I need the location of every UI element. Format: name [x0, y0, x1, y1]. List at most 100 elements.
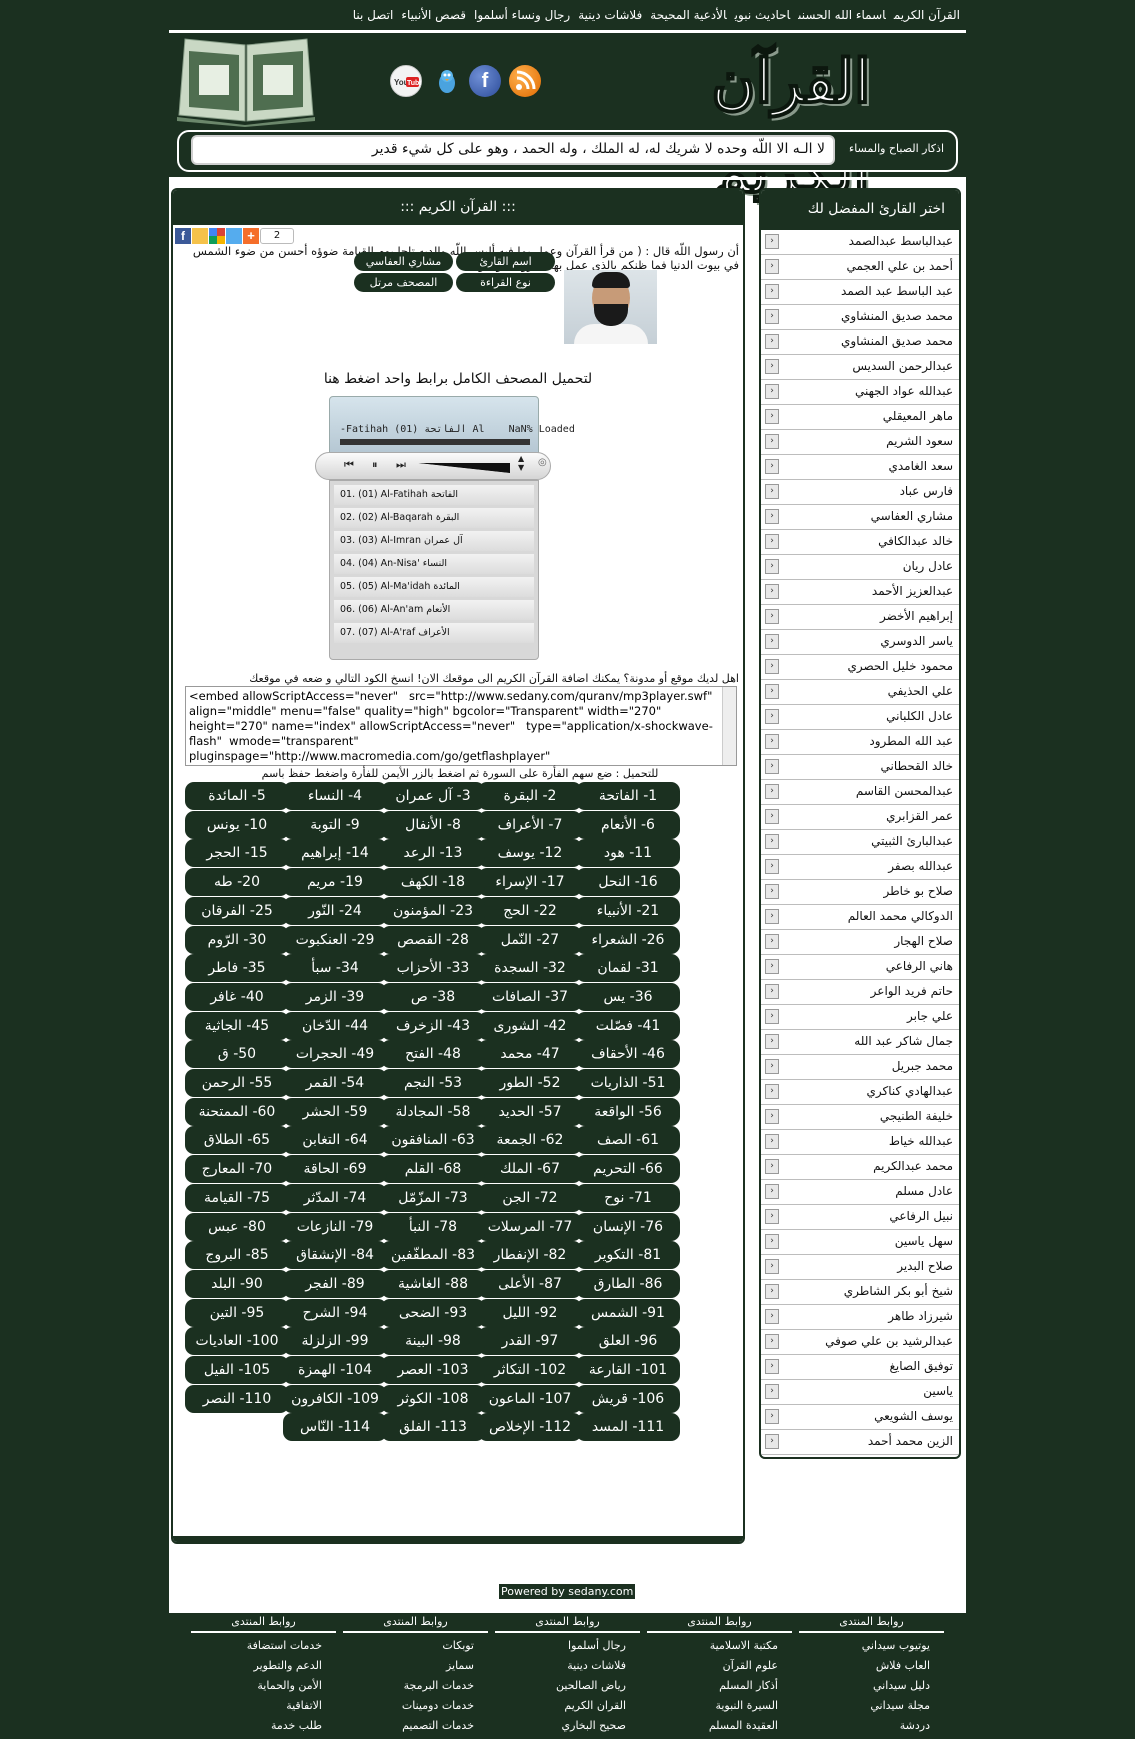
google-share-icon[interactable] — [209, 228, 225, 244]
surah-button[interactable]: 64- التغابن — [283, 1126, 387, 1155]
surah-button[interactable]: 53- النجم — [381, 1069, 485, 1097]
footer-link[interactable]: رجال أسلموا — [495, 1636, 626, 1656]
footer-link[interactable]: سمايز — [343, 1656, 474, 1676]
reader-item[interactable]: عادل ريان ‹ — [761, 555, 959, 580]
surah-button[interactable]: 63- المنافقون — [381, 1126, 485, 1155]
playlist-track[interactable]: 06. (06) Al-An'am الأنعام — [334, 600, 534, 620]
reader-item[interactable]: صلاح الهجار ‹ — [761, 930, 959, 955]
scroll-arrows-icon[interactable]: ▲ ▼ — [518, 454, 524, 472]
surah-button[interactable]: 46- الأحقاف — [576, 1040, 680, 1069]
previous-icon[interactable]: ⏮ — [344, 458, 354, 472]
surah-button[interactable]: 47- محمد — [478, 1040, 582, 1069]
surah-button[interactable]: 80- عبس — [185, 1212, 289, 1241]
surah-button[interactable]: 50- ق — [185, 1040, 289, 1069]
surah-button[interactable]: 67- الملك — [478, 1155, 582, 1184]
surah-button[interactable]: 37- الصافات — [478, 982, 582, 1011]
surah-button[interactable]: 41- فصّلت — [576, 1011, 680, 1040]
surah-button[interactable]: 82- الإنفطار — [478, 1241, 582, 1270]
surah-button[interactable]: 9- التوبة — [283, 810, 387, 839]
footer-link[interactable]: دردشة — [799, 1716, 930, 1736]
topnav-link[interactable]: رجال ونساء أسلموا — [474, 8, 570, 22]
surah-button[interactable]: 36- يس — [576, 982, 680, 1011]
footer-link[interactable]: خدمات التصميم — [343, 1716, 474, 1736]
surah-button[interactable]: 84- الإنشقاق — [283, 1241, 387, 1270]
footer-link[interactable]: يوتيوب سيداني — [799, 1636, 930, 1656]
surah-button[interactable]: 26- الشعراء — [576, 925, 680, 954]
reader-item[interactable]: عبدالمحسن القاسم ‹ — [761, 780, 959, 805]
reader-item[interactable]: توفيق الصايغ ‹ — [761, 1355, 959, 1380]
reader-item[interactable]: محمد جبريل ‹ — [761, 1055, 959, 1080]
reader-item[interactable]: يوسف الشويعي ‹ — [761, 1405, 959, 1430]
surah-button[interactable]: 11- هود — [576, 839, 680, 868]
more-share-icon[interactable]: + — [243, 228, 259, 244]
playlist-track[interactable]: 05. (05) Al-Ma'idah المائدة — [334, 577, 534, 597]
progress-bar[interactable] — [340, 439, 530, 445]
surah-button[interactable]: 28- القصص — [381, 925, 485, 954]
reader-item[interactable]: محمد صديق المنشاوي ‹ — [761, 305, 959, 330]
surah-button[interactable]: 10- يونس — [185, 810, 289, 839]
surah-button[interactable]: 2- البقرة — [478, 782, 582, 810]
reader-item[interactable]: هاني الرفاعي ‹ — [761, 955, 959, 980]
playlist-track[interactable]: 03. (03) Al-Imran آل عمران — [334, 531, 534, 551]
surah-button[interactable]: 21- الأنبياء — [576, 896, 680, 925]
surah-button[interactable]: 56- الواقعة — [576, 1097, 680, 1126]
surah-button[interactable]: 76- الإنسان — [576, 1212, 680, 1241]
reader-item[interactable]: خليفة الطنيجي ‹ — [761, 1105, 959, 1130]
footer-link[interactable]: القران الكريم — [495, 1696, 626, 1716]
reader-item[interactable]: صلاح البدير ‹ — [761, 1255, 959, 1280]
surah-button[interactable]: 30- الرّوم — [185, 925, 289, 954]
surah-button[interactable]: 109- الكافرون — [283, 1384, 387, 1413]
topnav-link[interactable]: قصص الأنبياء — [401, 8, 466, 22]
ticker-label[interactable]: اذكار الصباح والمساء — [849, 142, 944, 155]
reader-item[interactable]: فارس عباد ‹ — [761, 480, 959, 505]
surah-button[interactable]: 29- العنكبوت — [283, 925, 387, 954]
surah-button[interactable]: 22- الحج — [478, 896, 582, 925]
surah-button[interactable]: 44- الدّخان — [283, 1011, 387, 1040]
surah-button[interactable]: 91- الشمس — [576, 1298, 680, 1327]
reader-item[interactable]: خالد القحطاني ‹ — [761, 755, 959, 780]
surah-button[interactable]: 51- الذاريات — [576, 1069, 680, 1097]
youtube-icon[interactable]: YouTube — [390, 65, 423, 97]
reader-item[interactable]: عبدالباسط عبدالصمد ‹ — [761, 230, 959, 255]
topnav-link[interactable]: الأدعية المحيحة — [650, 8, 726, 22]
surah-button[interactable]: 5- المائدة — [185, 782, 289, 810]
topnav-link[interactable]: فلاشات دينية — [578, 8, 642, 22]
twitter-share-icon[interactable] — [226, 228, 242, 244]
reader-item[interactable]: سعد الغامدي ‹ — [761, 455, 959, 480]
surah-button[interactable]: 93- الضحى — [381, 1298, 485, 1327]
playlist-track[interactable]: 02. (02) Al-Baqarah البقرة — [334, 508, 534, 528]
reader-item[interactable]: محمود خليل الحصري ‹ — [761, 655, 959, 680]
surah-button[interactable]: 78- النبأ — [381, 1212, 485, 1241]
surah-button[interactable]: 40- غافر — [185, 982, 289, 1011]
footer-link[interactable]: الدعم والتطوير — [191, 1656, 322, 1676]
surah-button[interactable]: 54- القمر — [283, 1069, 387, 1097]
surah-button[interactable]: 38- ص — [381, 982, 485, 1011]
surah-button[interactable]: 68- القلم — [381, 1155, 485, 1184]
surah-button[interactable]: 61- الصف — [576, 1126, 680, 1155]
surah-button[interactable]: 70- المعارج — [185, 1155, 289, 1184]
surah-button[interactable]: 95- التين — [185, 1298, 289, 1327]
surah-button[interactable]: 55- الرحمن — [185, 1069, 289, 1097]
reader-item[interactable]: عادل مسلم ‹ — [761, 1180, 959, 1205]
surah-button[interactable]: 49- الحجرات — [283, 1040, 387, 1069]
surah-button[interactable]: 60- الممتحنة — [185, 1097, 289, 1126]
surah-button[interactable]: 92- الليل — [478, 1298, 582, 1327]
surah-button[interactable]: 48- الفتح — [381, 1040, 485, 1069]
surah-button[interactable]: 62- الجمعة — [478, 1126, 582, 1155]
footer-link[interactable]: العقيدة المسلم — [647, 1716, 778, 1736]
surah-button[interactable]: 65- الطلاق — [185, 1126, 289, 1155]
surah-button[interactable]: 107- الماعون — [478, 1384, 582, 1413]
reader-item[interactable]: علي الحذيفي ‹ — [761, 680, 959, 705]
footer-link[interactable]: صحيح البخاري — [495, 1716, 626, 1736]
surah-button[interactable]: 39- الزمر — [283, 982, 387, 1011]
surah-button[interactable]: 19- مريم — [283, 868, 387, 897]
surah-button[interactable]: 8- الأنفال — [381, 810, 485, 839]
surah-button[interactable]: 71- نوح — [576, 1183, 680, 1212]
reader-item[interactable]: عادل الكلباني ‹ — [761, 705, 959, 730]
reader-item[interactable]: صلاح بو خاطر ‹ — [761, 880, 959, 905]
footer-link[interactable]: العاب فلاش — [799, 1656, 930, 1676]
surah-button[interactable]: 57- الحديد — [478, 1097, 582, 1126]
surah-button[interactable]: 96- العلق — [576, 1327, 680, 1356]
reader-item[interactable]: عمر القزابري ‹ — [761, 805, 959, 830]
surah-button[interactable]: 13- الرعد — [381, 839, 485, 868]
